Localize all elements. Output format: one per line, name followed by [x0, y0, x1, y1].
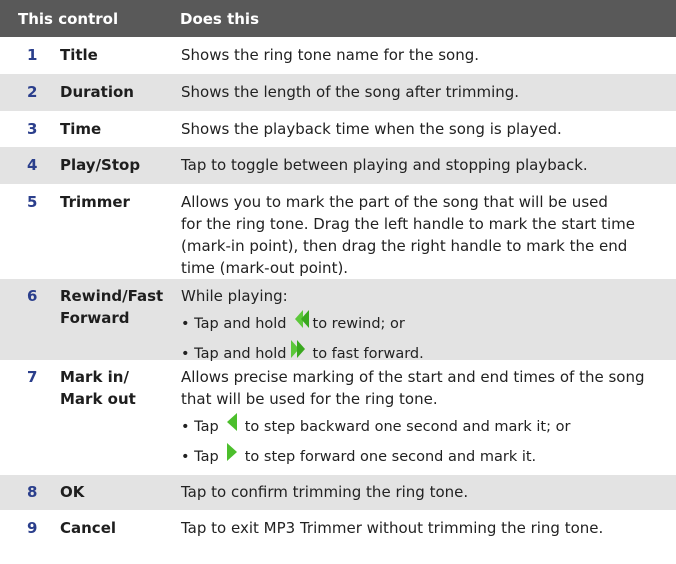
control-description: Allows you to mark the part of the song … — [172, 191, 676, 279]
control-description: Tap to exit MP3 Trimmer without trimming… — [172, 517, 676, 547]
description-line: Shows the length of the song after trimm… — [181, 83, 520, 101]
rewind-icon — [289, 308, 311, 337]
control-name-line: Forward — [60, 309, 130, 327]
control-description: Tap to toggle between playing and stoppi… — [172, 154, 676, 184]
bullet-text: to fast forward. — [312, 346, 424, 362]
description-line: Shows the ring tone name for the song. — [181, 46, 480, 64]
table-row: 9 Cancel Tap to exit MP3 Trimmer without t… — [0, 510, 676, 547]
control-name-line: Mark in/ — [60, 368, 129, 386]
bullet-text: • Tap and hold — [181, 316, 287, 332]
description-line: Tap to toggle between playing and stoppi… — [181, 156, 588, 174]
step-forward-icon — [221, 441, 243, 470]
header-control: This control — [18, 9, 119, 28]
table-row: 8 OK Tap to confirm trimming the ring tone… — [0, 475, 676, 510]
bullet-text: to rewind; or — [312, 316, 405, 332]
control-name: Trimmer — [46, 191, 172, 279]
table-header: This control Does this — [0, 0, 676, 37]
control-name-line: Cancel — [60, 519, 117, 537]
row-number: 6 — [27, 287, 38, 305]
control-name-line: Time — [60, 120, 102, 138]
bullet-text: • Tap and hold — [181, 346, 287, 362]
fast-forward-icon — [289, 338, 311, 367]
control-name: Play/Stop — [46, 154, 172, 184]
control-name-line: Duration — [60, 83, 134, 101]
table-row: 1 Title Shows the ring tone name for the s… — [0, 37, 676, 74]
description-line: for the ring tone. Drag the left handle … — [181, 215, 636, 233]
step-back-icon — [221, 411, 243, 440]
table-row: 6 Rewind/Fast Forward While playing: • Tap a… — [0, 279, 676, 362]
bullet-item: • Tap and hold to fast forward. — [181, 338, 662, 367]
row-number: 4 — [27, 156, 38, 174]
control-name: Cancel — [46, 517, 172, 547]
control-name: Title — [46, 44, 172, 74]
row-number: 8 — [27, 483, 38, 501]
row-number: 2 — [27, 83, 38, 101]
table-row: 5 Trimmer Allows you to mark the part of t… — [0, 184, 676, 279]
control-description: Shows the playback time when the song is… — [172, 118, 676, 147]
description-line: Tap to exit MP3 Trimmer without trimming… — [181, 519, 604, 537]
bullet-text: to step forward one second and mark it. — [244, 449, 537, 465]
control-name-line: Play/Stop — [60, 156, 141, 174]
bullet-item: • Tap and hold to rewind; or — [181, 308, 662, 337]
description-line: Shows the playback time when the song is… — [181, 120, 562, 138]
control-name: Mark in/Mark out — [46, 366, 172, 475]
table-row: 7 Mark in/Mark out Allows precise marking … — [0, 360, 676, 475]
description-line: Allows you to mark the part of the song … — [181, 193, 608, 211]
description-line: While playing: — [181, 287, 288, 305]
control-name: OK — [46, 481, 172, 510]
control-name-line: OK — [60, 483, 85, 501]
description-line: Tap to confirm trimming the ring tone. — [181, 483, 469, 501]
control-name-line: Title — [60, 46, 98, 64]
control-description: While playing: • Tap and hold to rewind; o… — [172, 285, 676, 362]
table-body: 1 Title Shows the ring tone name for the s… — [0, 37, 676, 547]
controls-table: This control Does this 1 Title Shows the r… — [0, 0, 676, 547]
row-number: 3 — [27, 120, 38, 138]
description-line: that will be used for the ring tone. — [181, 390, 438, 408]
bullet-text: • Tap — [181, 449, 219, 465]
control-name-line: Mark out — [60, 390, 136, 408]
control-name: Time — [46, 118, 172, 147]
description-line: time (mark-out point). — [181, 259, 349, 277]
row-number: 1 — [27, 46, 38, 64]
control-name-line: Trimmer — [60, 193, 130, 211]
bullet-text: • Tap — [181, 419, 219, 435]
bullet-item: • Tap to step forward one second and mark… — [181, 441, 662, 470]
table-row: 2 Duration Shows the length of the song af… — [0, 74, 676, 111]
table-row: 3 Time Shows the playback time when the so… — [0, 111, 676, 147]
control-description: Shows the length of the song after trimm… — [172, 81, 676, 111]
control-name-line: Rewind/Fast — [60, 287, 164, 305]
row-number: 5 — [27, 193, 38, 211]
table-row: 4 Play/Stop Tap to toggle between playing … — [0, 147, 676, 184]
control-description: Allows precise marking of the start and … — [172, 366, 676, 475]
bullet-item: • Tap to step backward one second and mar… — [181, 411, 662, 440]
control-description: Shows the ring tone name for the song. — [172, 44, 676, 74]
header-description: Does this — [180, 9, 259, 28]
control-name: Duration — [46, 81, 172, 111]
row-number: 9 — [27, 519, 38, 537]
row-number: 7 — [27, 368, 38, 386]
description-line: Allows precise marking of the start and … — [181, 368, 645, 386]
control-description: Tap to confirm trimming the ring tone. — [172, 481, 676, 510]
bullet-text: to step backward one second and mark it;… — [244, 419, 571, 435]
description-line: (mark-in point), then drag the right han… — [181, 237, 628, 255]
control-name: Rewind/Fast Forward — [46, 285, 172, 360]
